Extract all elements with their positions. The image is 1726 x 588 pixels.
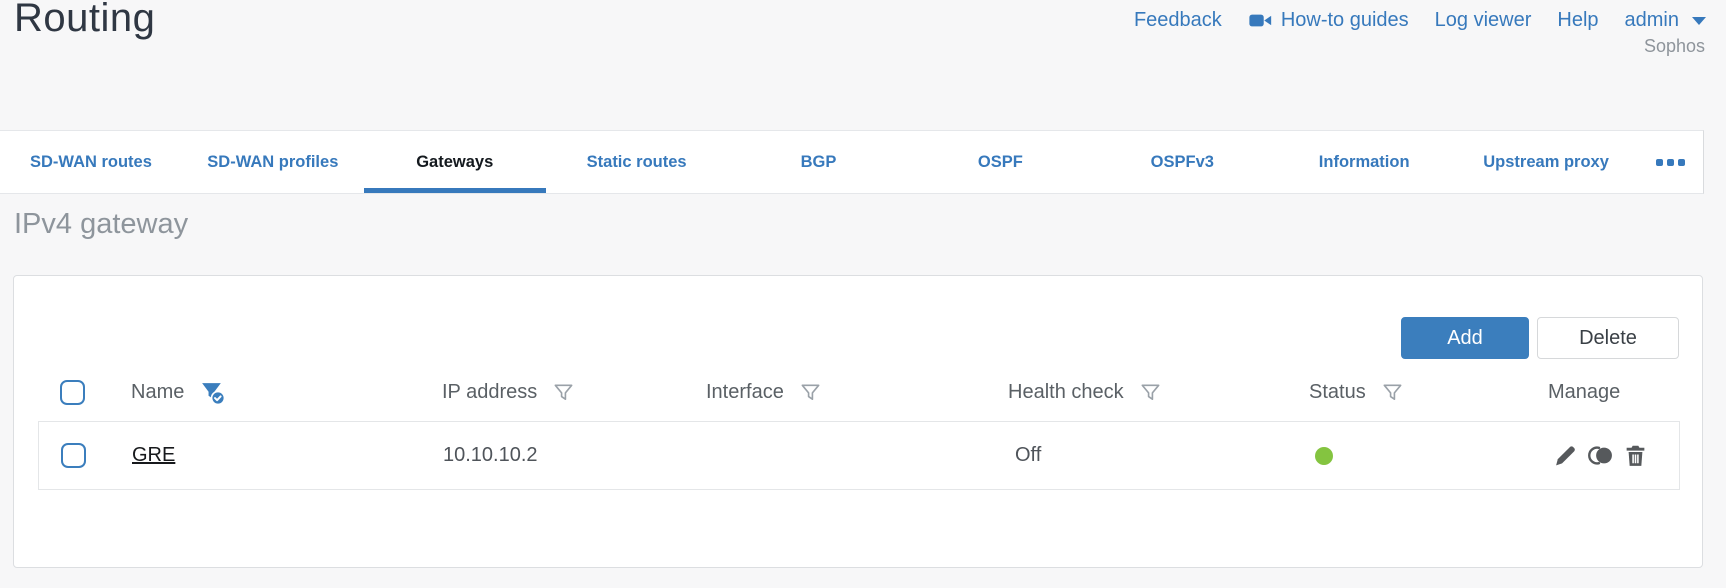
filter-active-icon[interactable] <box>199 379 226 406</box>
filter-icon[interactable] <box>552 381 575 404</box>
column-header-ip-address: IP address <box>442 380 538 403</box>
tab-bgp[interactable]: BGP <box>728 131 910 193</box>
row-checkbox[interactable] <box>61 443 86 468</box>
tab-static-routes[interactable]: Static routes <box>546 131 728 193</box>
tab-information[interactable]: Information <box>1273 131 1455 193</box>
edit-icon[interactable] <box>1553 443 1578 468</box>
gateway-name-link[interactable]: GRE <box>132 444 175 466</box>
help-link[interactable]: Help <box>1557 9 1598 32</box>
routing-page: Routing Feedback How-to guides Log viewe… <box>0 0 1726 588</box>
column-header-name: Name <box>131 380 185 403</box>
feedback-link[interactable]: Feedback <box>1134 9 1222 32</box>
video-camera-icon <box>1248 12 1272 29</box>
select-all-checkbox[interactable] <box>60 379 85 405</box>
trash-icon[interactable] <box>1623 443 1648 468</box>
tab-sdwan-profiles[interactable]: SD-WAN profiles <box>182 131 364 193</box>
log-viewer-link[interactable]: Log viewer <box>1435 9 1532 32</box>
section-title: IPv4 gateway <box>14 208 189 240</box>
filter-icon[interactable] <box>1139 381 1162 404</box>
org-name: Sophos <box>1643 36 1705 56</box>
ellipsis-icon <box>1655 158 1663 166</box>
filter-icon[interactable] <box>799 381 822 404</box>
tab-ospfv3[interactable]: OSPFv3 <box>1091 131 1273 193</box>
tab-upstream-proxy[interactable]: Upstream proxy <box>1455 131 1637 193</box>
column-header-status: Status <box>1309 380 1366 403</box>
tab-bar: SD-WAN routes SD-WAN profiles Gateways S… <box>0 130 1704 194</box>
chevron-down-icon <box>1692 16 1706 25</box>
cell-ip-address: 10.10.10.2 <box>443 444 538 466</box>
column-header-health-check: Health check <box>1008 380 1124 403</box>
header-nav: Feedback How-to guides Log viewer Help a… <box>1134 9 1706 32</box>
table-toolbar: Add Delete <box>1401 317 1679 359</box>
tab-gateways[interactable]: Gateways <box>363 131 546 193</box>
table-header: Name IP address Interface Health check S… <box>38 371 1680 413</box>
add-button[interactable]: Add <box>1401 317 1529 359</box>
more-tabs-button[interactable] <box>1637 131 1703 193</box>
delete-button[interactable]: Delete <box>1537 317 1679 359</box>
status-up-indicator <box>1315 446 1333 465</box>
page-title: Routing <box>14 0 156 40</box>
column-header-interface: Interface <box>706 380 784 403</box>
cell-health-check: Off <box>1015 444 1042 466</box>
gateway-panel: Add Delete Name IP address Interface Hea… <box>13 275 1703 568</box>
column-header-manage: Manage <box>1548 380 1621 403</box>
howto-guides-link[interactable]: How-to guides <box>1248 9 1409 32</box>
cell-manage <box>1549 443 1679 468</box>
user-menu[interactable]: admin <box>1625 9 1706 32</box>
clone-icon[interactable] <box>1587 443 1614 468</box>
filter-icon[interactable] <box>1381 381 1404 404</box>
tab-ospf[interactable]: OSPF <box>909 131 1091 193</box>
tab-sdwan-routes[interactable]: SD-WAN routes <box>0 131 182 193</box>
table-row: GRE 10.10.10.2 Off <box>38 421 1680 490</box>
